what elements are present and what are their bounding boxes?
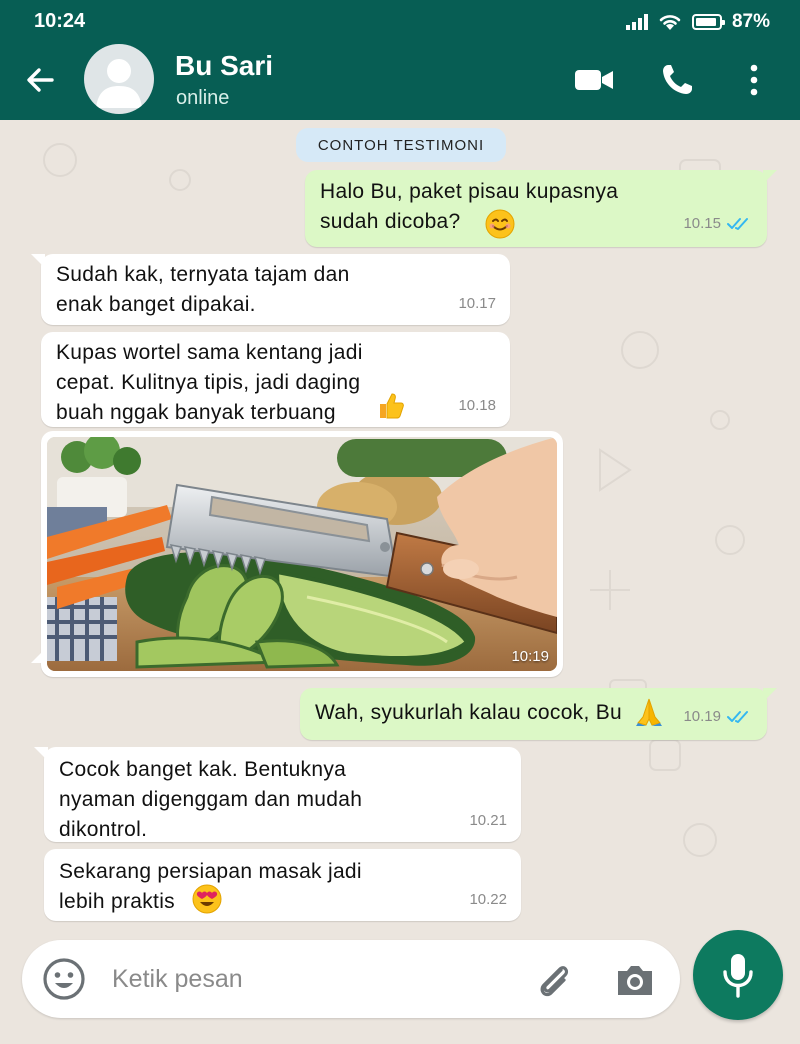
microphone-icon <box>723 954 753 998</box>
outgoing-message[interactable]: Wah, syukurlah kalau cocok, Bu 10.19 <box>300 688 777 740</box>
chat-header: 10:24 87% Bu Sari online <box>0 0 800 120</box>
message-text: Wah, syukurlah kalau cocok, Bu <box>315 701 623 724</box>
voice-record-button[interactable] <box>693 930 783 1020</box>
message-meta: 10.18 <box>458 391 496 421</box>
thumbs-up-emoji-icon <box>380 393 404 419</box>
status-time: 10:24 <box>34 10 86 32</box>
incoming-image-message[interactable]: 10:19 <box>31 431 563 677</box>
message-meta: 10.21 <box>469 806 507 836</box>
message-time: 10.21 <box>469 812 507 829</box>
incoming-message[interactable]: Kupas wortel sama kentang jadi cepat. Ku… <box>41 332 510 427</box>
message-meta: 10.22 <box>469 885 507 915</box>
message-meta: 10.15 <box>683 209 751 239</box>
message-text: Kupas wortel sama kentang jadi cepat. Ku… <box>56 341 363 424</box>
bubble-tail <box>763 170 777 184</box>
status-icons: 87% <box>625 11 770 33</box>
emoji-icon[interactable] <box>42 957 86 1001</box>
bubble-tail <box>34 747 48 761</box>
battery-percent: 87% <box>731 11 770 32</box>
signal-icon <box>625 14 648 30</box>
more-options-icon[interactable] <box>745 62 763 98</box>
outgoing-message[interactable]: Halo Bu, paket pisau kupasnya sudah dico… <box>305 170 777 247</box>
message-text: Sudah kak, ternyata tajam dan enak bange… <box>56 263 350 316</box>
message-text: Halo Bu, paket pisau kupasnya sudah dico… <box>320 180 619 233</box>
heart-eyes-emoji-icon <box>192 884 222 914</box>
message-text: Cocok banget kak. Bentuknya nyaman digen… <box>59 758 363 841</box>
message-time: 10:19 <box>511 648 549 665</box>
contact-status: online <box>176 87 230 109</box>
testimonial-label-chip: CONTOH TESTIMONI <box>296 128 506 162</box>
message-input[interactable] <box>112 959 512 999</box>
double-check-read-icon <box>727 218 748 230</box>
bubble-tail <box>31 649 45 663</box>
incoming-message[interactable]: Sekarang persiapan masak jadi lebih prak… <box>44 849 521 921</box>
message-time: 10.15 <box>683 215 721 232</box>
avatar[interactable] <box>84 44 154 114</box>
incoming-message[interactable]: Cocok banget kak. Bentuknya nyaman digen… <box>34 747 521 842</box>
wifi-icon <box>659 15 681 30</box>
camera-icon[interactable] <box>614 960 656 1000</box>
peeler-cucumber-image <box>47 437 557 671</box>
message-time: 10.22 <box>469 891 507 908</box>
bubble-tail <box>763 688 777 702</box>
video-call-icon[interactable] <box>573 62 615 98</box>
vegetable-peeler-photo[interactable] <box>47 437 557 671</box>
back-arrow-icon[interactable] <box>22 62 58 98</box>
default-avatar-icon <box>96 59 142 108</box>
message-composer <box>22 940 680 1018</box>
phone-call-icon[interactable] <box>659 62 695 98</box>
message-time: 10.18 <box>458 397 496 414</box>
incoming-message[interactable]: Sudah kak, ternyata tajam dan enak bange… <box>31 254 510 325</box>
message-meta: 10.17 <box>458 289 496 319</box>
double-check-read-icon <box>727 711 748 723</box>
message-time: 10.19 <box>683 708 721 725</box>
folded-hands-emoji-icon <box>636 698 662 726</box>
battery-icon <box>691 14 725 30</box>
attachment-paperclip-icon[interactable] <box>534 960 574 1000</box>
status-bar: 10:24 87% <box>0 10 800 36</box>
message-time: 10.17 <box>458 295 496 312</box>
smiling-face-emoji-icon <box>485 209 515 239</box>
bubble-tail <box>31 254 45 268</box>
message-meta: 10.19 <box>683 702 751 732</box>
contact-name[interactable]: Bu Sari <box>175 50 273 82</box>
